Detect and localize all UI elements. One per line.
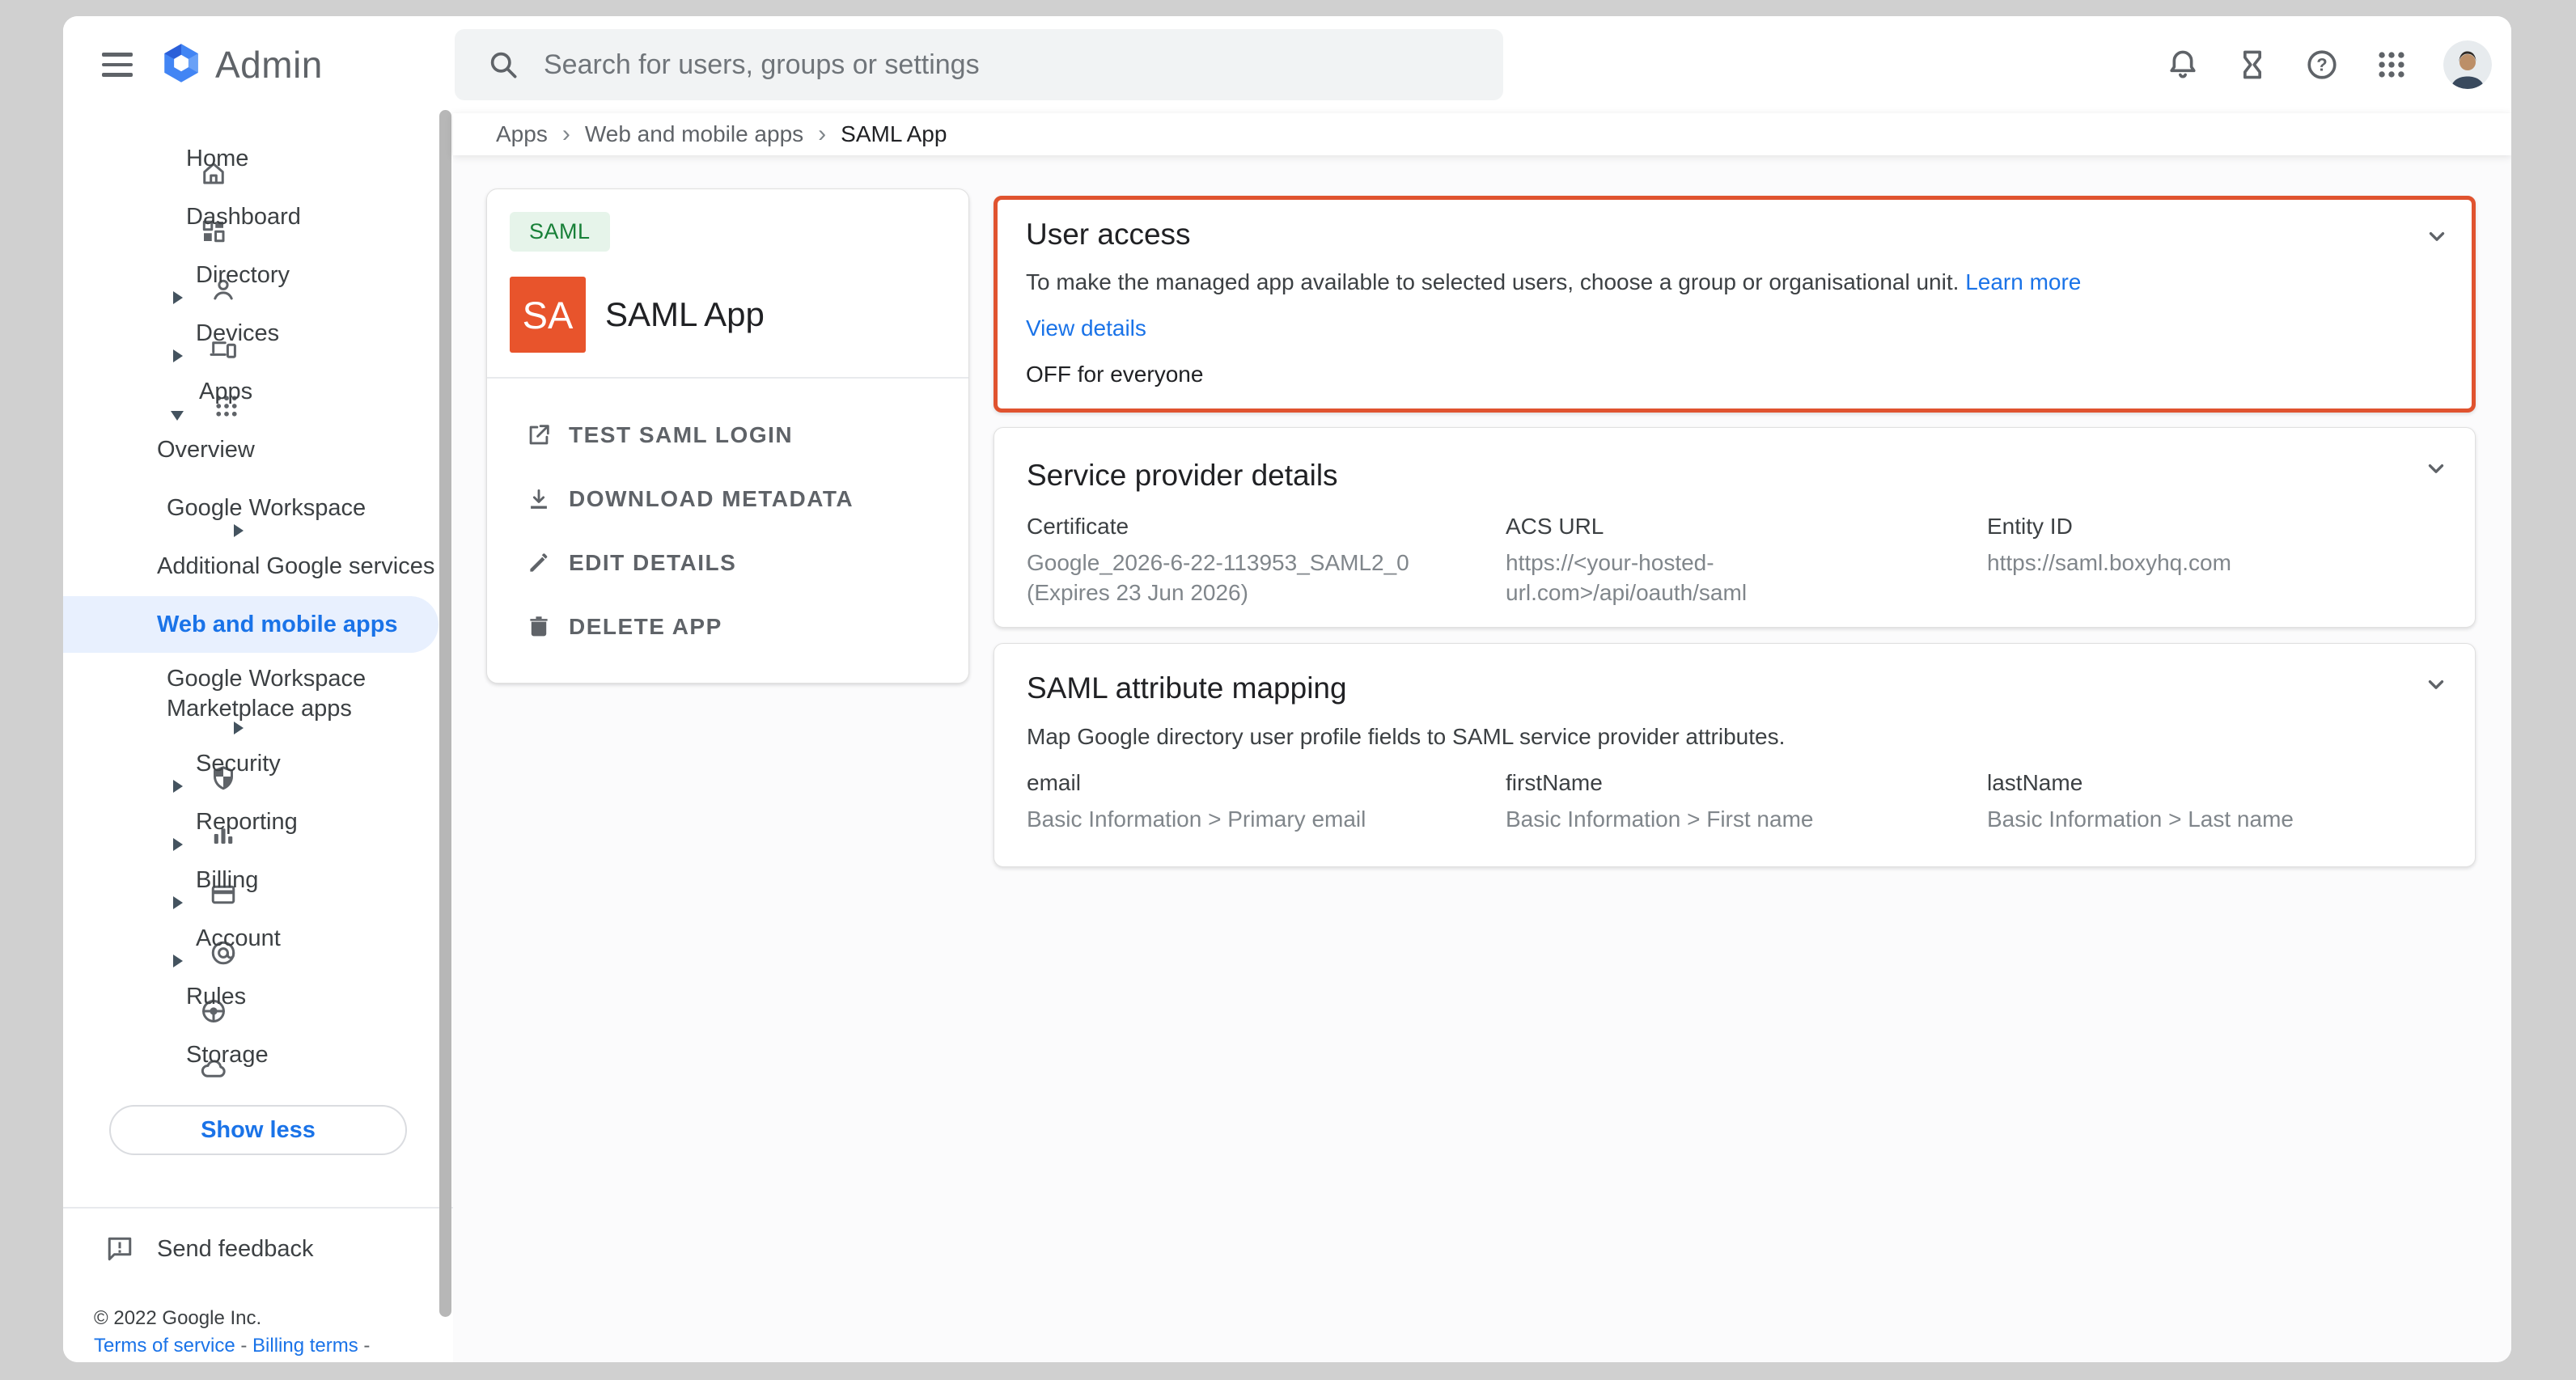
- download-metadata-button[interactable]: DOWNLOAD METADATA: [487, 467, 968, 531]
- notifications-bell-icon[interactable]: [2165, 47, 2201, 83]
- panel-title: User access: [1026, 218, 1191, 252]
- sidebar-item-directory[interactable]: Directory: [63, 246, 453, 304]
- apps-grid-icon[interactable]: [2374, 47, 2409, 83]
- menu-icon[interactable]: [102, 47, 133, 83]
- sidebar-item-gw-marketplace-apps[interactable]: Google Workspace Marketplace apps: [63, 654, 453, 734]
- top-bar: Admin ?: [63, 16, 2511, 113]
- saml-app-card: SAML SA SAML App TEST SAML LOGIN: [486, 188, 969, 684]
- user-access-description: To make the managed app available to sel…: [1026, 269, 2081, 295]
- product-name: Admin: [215, 43, 323, 87]
- field-list: email Basic Information > Primary email …: [1027, 770, 2443, 834]
- sidebar-item-web-and-mobile-apps[interactable]: Web and mobile apps: [63, 595, 453, 654]
- sidebar-item-billing[interactable]: Billing: [63, 851, 453, 909]
- saml-attribute-mapping-panel: SAML attribute mapping Map Google direct…: [994, 643, 2476, 867]
- service-provider-details-panel: Service provider details Certificate Goo…: [994, 427, 2476, 628]
- admin-console-window: Admin ?: [63, 16, 2511, 1362]
- main-content: Apps › Web and mobile apps › SAML App SA…: [453, 113, 2511, 1362]
- email-mapping-field: email Basic Information > Primary email: [1027, 770, 1506, 834]
- sidebar-item-rules[interactable]: Rules: [63, 967, 453, 1026]
- sidebar-item-google-workspace[interactable]: Google Workspace: [63, 479, 453, 537]
- feedback-icon: [105, 1234, 134, 1264]
- google-admin-logo[interactable]: Admin: [159, 16, 323, 113]
- sidebar-item-dashboard[interactable]: Dashboard: [63, 188, 453, 246]
- svg-text:?: ?: [2316, 55, 2327, 75]
- expand-arrow-icon: [173, 955, 183, 967]
- lastname-mapping-field: lastName Basic Information > Last name: [1987, 770, 2443, 834]
- breadcrumb-separator-icon: ›: [818, 121, 826, 148]
- tasks-hourglass-icon[interactable]: [2235, 47, 2270, 83]
- sidebar-item-reporting[interactable]: Reporting: [63, 793, 453, 851]
- acs-url-field: ACS URL https://<your-hosted- url.com>/a…: [1506, 514, 1987, 607]
- breadcrumb-web-and-mobile-apps[interactable]: Web and mobile apps: [585, 121, 803, 147]
- sidebar-nav: Home Dashboard: [63, 113, 453, 1155]
- sidebar-item-overview[interactable]: Overview: [63, 421, 453, 479]
- send-feedback-button[interactable]: Send feedback: [63, 1220, 453, 1278]
- chevron-down-icon[interactable]: [2420, 668, 2452, 705]
- user-access-panel: User access To make the managed app avai…: [994, 196, 2476, 413]
- legal-links: Terms of service - Billing terms -: [94, 1335, 370, 1357]
- search-input[interactable]: [544, 49, 1479, 81]
- learn-more-link[interactable]: Learn more: [1965, 269, 2081, 294]
- certificate-field: Certificate Google_2026-6-22-113953_SAML…: [1027, 514, 1506, 607]
- firstname-mapping-field: firstName Basic Information > First name: [1506, 770, 1987, 834]
- sidebar-item-security[interactable]: Security: [63, 734, 453, 793]
- mapping-description: Map Google directory user profile fields…: [1027, 724, 1785, 750]
- terms-of-service-link[interactable]: Terms of service: [94, 1335, 235, 1357]
- panel-title: Service provider details: [1027, 459, 1338, 493]
- test-saml-login-button[interactable]: TEST SAML LOGIN: [487, 403, 968, 467]
- breadcrumb: Apps › Web and mobile apps › SAML App: [453, 113, 2511, 155]
- expand-arrow-icon: [173, 291, 183, 304]
- app-actions: TEST SAML LOGIN DOWNLOAD METADATA EDIT D…: [487, 403, 968, 658]
- user-access-status: OFF for everyone: [1026, 362, 1203, 387]
- sidebar: Home Dashboard: [63, 113, 453, 1362]
- show-less-button[interactable]: Show less: [109, 1105, 407, 1155]
- chevron-down-icon[interactable]: [2421, 220, 2453, 256]
- search-icon: [485, 47, 521, 83]
- app-avatar: SA: [510, 277, 586, 353]
- expand-arrow-icon: [173, 780, 183, 793]
- search-bar[interactable]: [455, 29, 1503, 100]
- sidebar-item-storage[interactable]: Storage: [63, 1026, 453, 1084]
- help-icon[interactable]: ?: [2304, 47, 2340, 83]
- entity-id-field: Entity ID https://saml.boxyhq.com: [1987, 514, 2443, 607]
- breadcrumb-current-page: SAML App: [841, 121, 947, 147]
- sidebar-item-devices[interactable]: Devices: [63, 304, 453, 362]
- breadcrumb-separator-icon: ›: [562, 121, 570, 148]
- expand-arrow-icon: [173, 349, 183, 362]
- admin-logo-icon: [159, 40, 204, 90]
- view-details-link[interactable]: View details: [1026, 315, 1146, 341]
- page-body: SAML SA SAML App TEST SAML LOGIN: [453, 155, 2511, 1362]
- open-in-new-icon: [525, 421, 553, 449]
- panel-title: SAML attribute mapping: [1027, 671, 1347, 705]
- app-title: SAML App: [605, 277, 765, 353]
- sidebar-item-apps[interactable]: Apps: [63, 362, 453, 421]
- top-bar-actions: ?: [2165, 16, 2492, 113]
- copyright-text: © 2022 Google Inc.: [94, 1307, 261, 1330]
- expand-arrow-icon: [234, 524, 244, 537]
- sidebar-item-additional-google-services[interactable]: Additional Google services: [63, 537, 453, 595]
- sidebar-item-home[interactable]: Home: [63, 129, 453, 188]
- sidebar-scrollbar[interactable]: [439, 110, 451, 1317]
- breadcrumb-apps[interactable]: Apps: [496, 121, 548, 147]
- billing-terms-link[interactable]: Billing terms: [252, 1335, 358, 1357]
- chevron-down-icon[interactable]: [2420, 452, 2452, 489]
- download-icon: [525, 485, 553, 513]
- field-list: Certificate Google_2026-6-22-113953_SAML…: [1027, 514, 2443, 607]
- pencil-icon: [525, 549, 553, 577]
- user-avatar[interactable]: [2443, 40, 2492, 89]
- saml-type-badge: SAML: [510, 212, 610, 252]
- edit-details-button[interactable]: EDIT DETAILS: [487, 531, 968, 595]
- expand-arrow-icon: [173, 896, 183, 909]
- collapse-arrow-icon: [171, 411, 184, 421]
- expand-arrow-icon: [173, 838, 183, 851]
- sidebar-item-account[interactable]: Account: [63, 909, 453, 967]
- sidebar-footer: Send feedback © 2022 Google Inc. Terms o…: [63, 1207, 453, 1362]
- delete-app-button[interactable]: DELETE APP: [487, 595, 968, 658]
- divider: [487, 377, 968, 379]
- trash-icon: [525, 613, 553, 641]
